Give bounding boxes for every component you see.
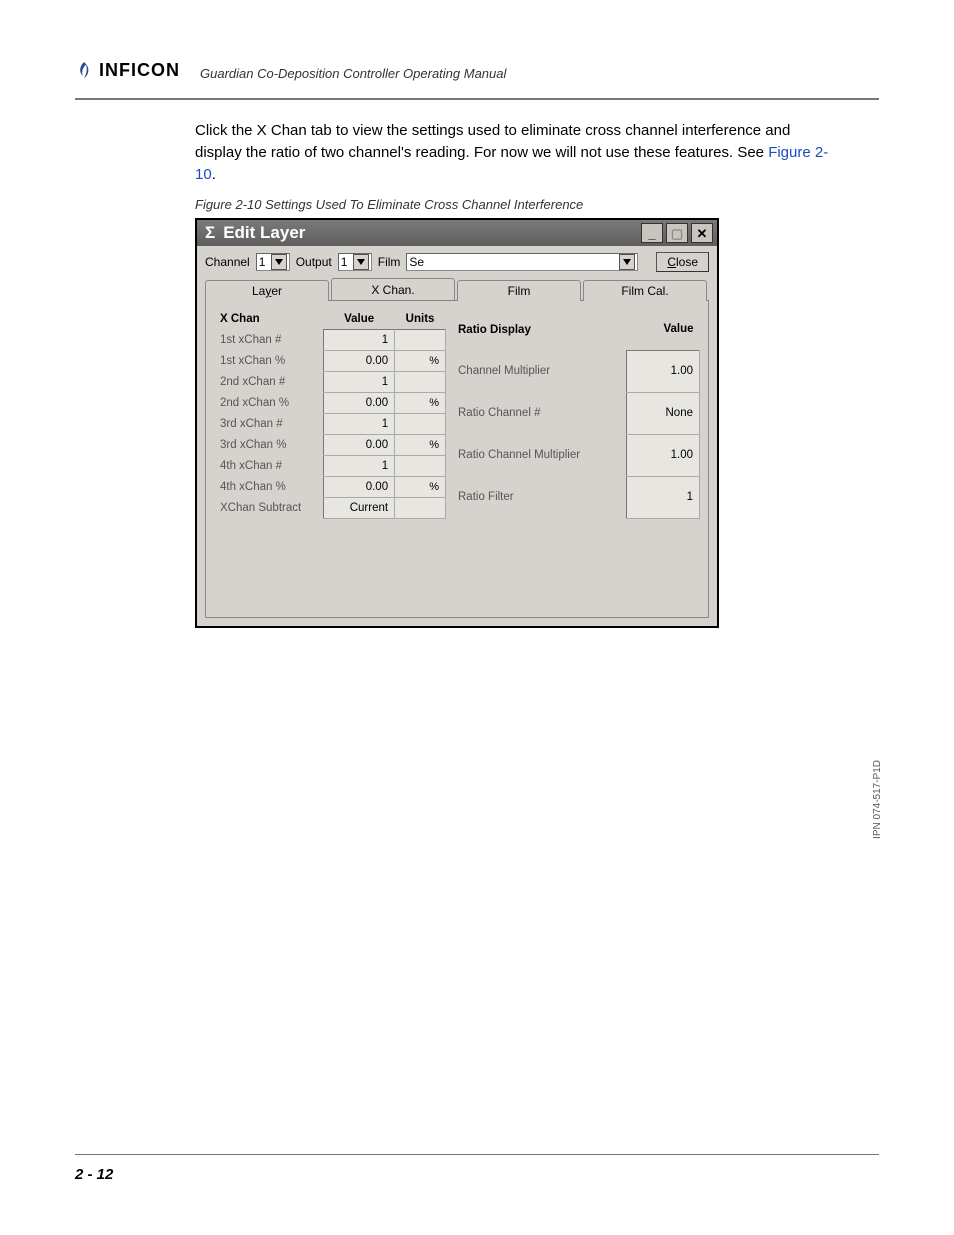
- tab-filmcal[interactable]: Film Cal.: [583, 280, 707, 301]
- chevron-down-icon: [271, 254, 287, 270]
- toolbar: Channel 1 Output 1 Film Se Close: [197, 246, 717, 278]
- edit-layer-window: Σ Edit Layer _ ▢ ✕ Channel 1 Output 1 Fi…: [195, 218, 719, 628]
- output-value: 1: [341, 255, 348, 269]
- row-value[interactable]: 1: [324, 372, 395, 393]
- footer-rule: [75, 1154, 879, 1156]
- row-unit: %: [395, 393, 446, 414]
- row-unit: [395, 456, 446, 477]
- channel-select[interactable]: 1: [256, 253, 290, 271]
- table-row: 1st xChan #1: [214, 330, 446, 351]
- row-label: Ratio Channel #: [452, 392, 626, 434]
- row-unit: [395, 330, 446, 351]
- close-button-rest: lose: [676, 255, 698, 269]
- row-label: 2nd xChan %: [214, 393, 324, 414]
- film-value: Se: [409, 255, 424, 269]
- col-value: Value: [324, 309, 395, 330]
- row-unit: %: [395, 351, 446, 372]
- row-label: 2nd xChan #: [214, 372, 324, 393]
- channel-value: 1: [259, 255, 266, 269]
- side-ipn-label: IPN 074-517-P1D: [872, 760, 883, 839]
- tab-layer[interactable]: Layer: [205, 280, 329, 301]
- body-paragraph: Click the X Chan tab to view the setting…: [195, 120, 834, 185]
- film-label: Film: [378, 255, 401, 269]
- row-value[interactable]: 0.00: [324, 477, 395, 498]
- row-unit: [395, 414, 446, 435]
- table-row: 4th xChan %0.00%: [214, 477, 446, 498]
- close-button[interactable]: Close: [656, 252, 709, 272]
- window-icon: Σ: [205, 223, 215, 243]
- brand-logo: INFICON: [75, 60, 180, 81]
- chevron-down-icon: [619, 254, 635, 270]
- row-value[interactable]: 0.00: [324, 435, 395, 456]
- row-label: Channel Multiplier: [452, 350, 626, 392]
- row-label: 1st xChan #: [214, 330, 324, 351]
- output-label: Output: [296, 255, 332, 269]
- row-label: Ratio Filter: [452, 476, 626, 518]
- table-row: 2nd xChan %0.00%: [214, 393, 446, 414]
- table-row: 1st xChan %0.00%: [214, 351, 446, 372]
- table-row: 2nd xChan #1: [214, 372, 446, 393]
- brand-name: INFICON: [99, 60, 180, 81]
- row-value[interactable]: 1.00: [626, 434, 699, 476]
- film-select[interactable]: Se: [406, 253, 638, 271]
- titlebar: Σ Edit Layer _ ▢ ✕: [197, 220, 717, 246]
- header-rule: [75, 98, 879, 100]
- table-row: Ratio Filter1: [452, 476, 700, 518]
- row-label: 3rd xChan #: [214, 414, 324, 435]
- page-number: 2 - 12: [75, 1166, 113, 1183]
- tab-panel: X Chan Value Units 1st xChan #1 1st xCha…: [205, 300, 709, 618]
- ratio-table: Ratio Display Value Channel Multiplier1.…: [452, 309, 700, 519]
- close-x-button[interactable]: ✕: [691, 223, 713, 243]
- maximize-button[interactable]: ▢: [666, 223, 688, 243]
- output-select[interactable]: 1: [338, 253, 372, 271]
- window-title: Edit Layer: [223, 223, 305, 243]
- row-unit: [395, 372, 446, 393]
- row-value[interactable]: 0.00: [324, 351, 395, 372]
- row-unit: %: [395, 435, 446, 456]
- table-row: 4th xChan #1: [214, 456, 446, 477]
- row-value[interactable]: 1: [324, 330, 395, 351]
- col-value: Value: [626, 309, 699, 350]
- row-value[interactable]: Current: [324, 498, 395, 519]
- row-unit: [395, 498, 446, 519]
- table-row: 3rd xChan %0.00%: [214, 435, 446, 456]
- table-header-row: X Chan Value Units: [214, 309, 446, 330]
- table-header-row: Ratio Display Value: [452, 309, 700, 350]
- body-text-a: Click the X Chan tab to view the setting…: [195, 122, 790, 161]
- xchan-table: X Chan Value Units 1st xChan #1 1st xCha…: [214, 309, 446, 519]
- tab-strip: Layer X Chan. Film Film Cal.: [197, 278, 717, 300]
- table-row: Ratio Channel Multiplier1.00: [452, 434, 700, 476]
- row-label: XChan Subtract: [214, 498, 324, 519]
- row-unit: %: [395, 477, 446, 498]
- tab-xchan[interactable]: X Chan.: [331, 278, 455, 300]
- minimize-button[interactable]: _: [641, 223, 663, 243]
- row-value[interactable]: 0.00: [324, 393, 395, 414]
- row-value[interactable]: None: [626, 392, 699, 434]
- chevron-down-icon: [353, 254, 369, 270]
- row-value[interactable]: 1: [324, 414, 395, 435]
- table-row: Channel Multiplier1.00: [452, 350, 700, 392]
- tab-film[interactable]: Film: [457, 280, 581, 301]
- channel-label: Channel: [205, 255, 250, 269]
- body-text-b: .: [212, 166, 216, 183]
- table-row: XChan SubtractCurrent: [214, 498, 446, 519]
- row-label: 4th xChan #: [214, 456, 324, 477]
- row-value[interactable]: 1.00: [626, 350, 699, 392]
- row-label: 3rd xChan %: [214, 435, 324, 456]
- row-label: 1st xChan %: [214, 351, 324, 372]
- table-row: Ratio Channel #None: [452, 392, 700, 434]
- col-xchan: X Chan: [214, 309, 324, 330]
- inficon-logo-icon: [75, 61, 93, 81]
- col-ratio: Ratio Display: [452, 309, 626, 350]
- manual-title: Guardian Co-Deposition Controller Operat…: [200, 66, 506, 81]
- table-row: 3rd xChan #1: [214, 414, 446, 435]
- figure-caption: Figure 2-10 Settings Used To Eliminate C…: [195, 197, 583, 212]
- row-value[interactable]: 1: [626, 476, 699, 518]
- col-units: Units: [395, 309, 446, 330]
- row-label: Ratio Channel Multiplier: [452, 434, 626, 476]
- row-label: 4th xChan %: [214, 477, 324, 498]
- row-value[interactable]: 1: [324, 456, 395, 477]
